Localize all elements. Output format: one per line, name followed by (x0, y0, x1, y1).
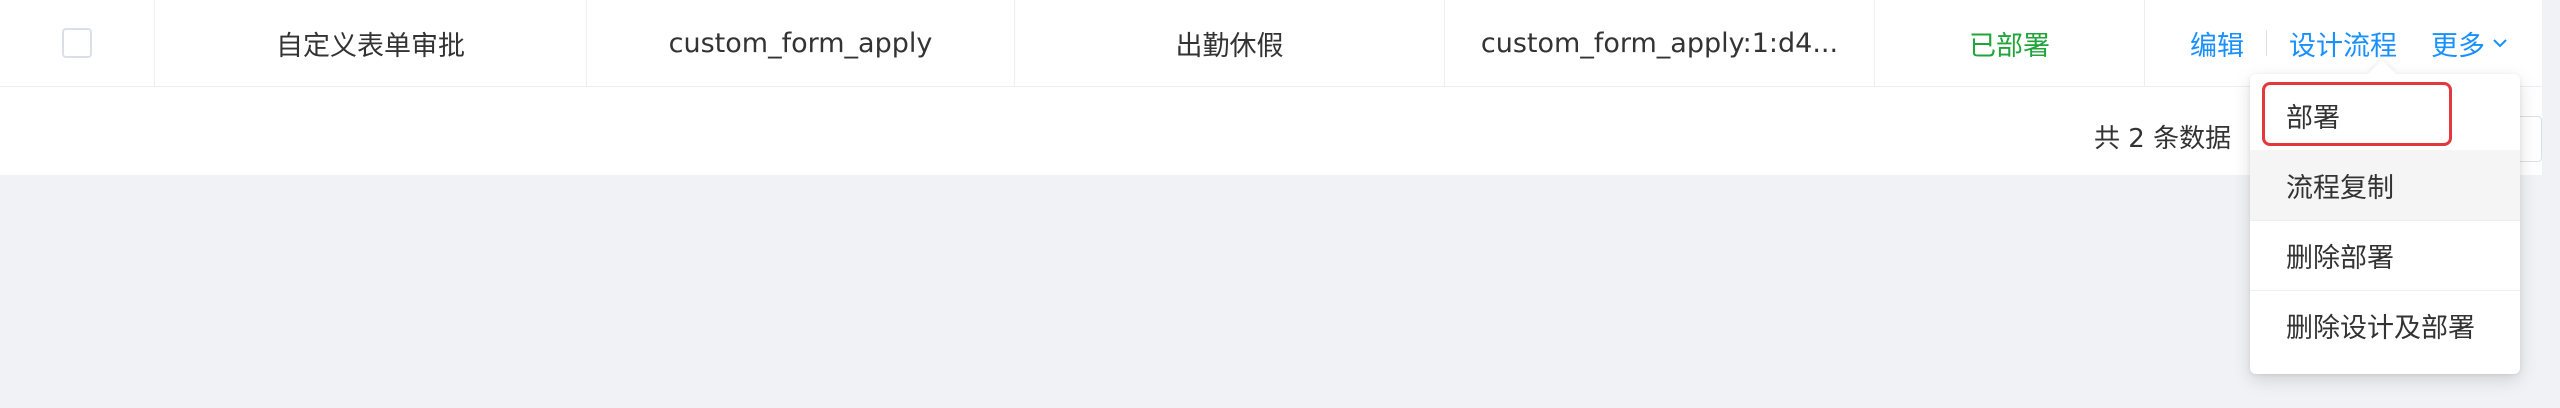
edit-link[interactable]: 编辑 (2190, 24, 2244, 63)
status-cell: 已部署 (1875, 0, 2145, 86)
design-process-link[interactable]: 设计流程 (2289, 24, 2397, 63)
op-divider (2266, 30, 2267, 56)
row-checkbox[interactable] (62, 28, 92, 58)
total-count: 共 2 条数据 (2094, 124, 2232, 154)
row-select-cell (0, 0, 155, 86)
more-dropdown-menu: 部署 流程复制 删除部署 删除设计及部署 (2250, 59, 2520, 374)
process-key: custom_form_apply (668, 27, 933, 59)
table-panel: 自定义表单审批 custom_form_apply 出勤休假 custom_fo… (0, 0, 2542, 175)
process-category-cell: 出勤休假 (1015, 0, 1445, 86)
more-dropdown-trigger[interactable]: 更多 (2431, 24, 2509, 63)
process-name-cell: 自定义表单审批 (155, 0, 587, 86)
definition-id: custom_form_apply:1:d4... (1480, 27, 1839, 59)
menu-item-delete-design-and-deployment[interactable]: 删除设计及部署 (2250, 290, 2520, 360)
process-category: 出勤休假 (1175, 30, 1284, 62)
more-label: 更多 (2431, 30, 2485, 62)
status-badge: 已部署 (1969, 30, 2050, 62)
menu-item-deploy[interactable]: 部署 (2250, 80, 2520, 150)
menu-item-copy-process[interactable]: 流程复制 (2250, 150, 2520, 220)
menu-item-delete-deployment[interactable]: 删除部署 (2250, 220, 2520, 290)
definition-id-cell: custom_form_apply:1:d4... (1445, 0, 1875, 86)
table-row: 自定义表单审批 custom_form_apply 出勤休假 custom_fo… (0, 0, 2542, 87)
process-key-cell: custom_form_apply (587, 0, 1015, 86)
chevron-down-icon (2493, 39, 2507, 48)
process-name: 自定义表单审批 (276, 30, 465, 62)
